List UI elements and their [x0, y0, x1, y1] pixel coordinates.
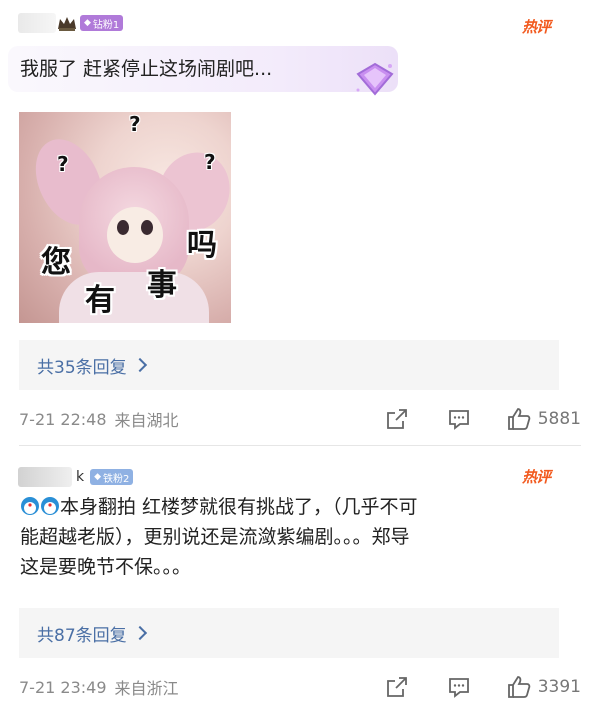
diamond-small-icon: ◆ [84, 18, 91, 28]
meme-word: 吗 [187, 228, 217, 263]
comment-actions: 3391 [384, 674, 581, 700]
replies-count-label: 共87条回复 [37, 625, 127, 646]
meme-body [59, 272, 209, 323]
diamond-gem-icon [356, 62, 394, 96]
username-blurred[interactable] [18, 467, 72, 487]
username-suffix[interactable]: k [76, 469, 84, 485]
comment-icon[interactable] [446, 674, 472, 700]
comment-meta: 7-21 23:49 来自浙江 3391 [19, 674, 581, 700]
chevron-right-icon [132, 625, 147, 641]
diamond-small-icon: ◆ [94, 472, 102, 482]
comment-line-text: 本身翻拍 红楼梦就很有挑战了，（几乎不可 [60, 496, 418, 518]
meme-question-mark: ? [129, 112, 141, 136]
comment-location: 来自浙江 [114, 679, 179, 698]
meme-eye [141, 220, 153, 235]
meme-question-mark: ? [57, 152, 69, 176]
comment-time: 7-21 23:49 [19, 677, 107, 697]
comment-card: ◆ 钻粉1 热评 我服了 赶紧停止这场闹剧吧... ? ? ? 您 有 事 吗 … [0, 0, 600, 446]
comment-line: 本身翻拍 红楼梦就很有挑战了，（几乎不可 [20, 492, 580, 522]
view-replies-button[interactable]: 共35条回复 [19, 340, 559, 390]
comment-location: 来自湖北 [114, 411, 179, 430]
meme-word: 事 [147, 268, 177, 303]
hot-comment-tag: 热评 [521, 468, 551, 486]
comment-card: k ◆ 铁粉2 热评 本身翻拍 红楼梦就很有挑战了，（几乎不可 能超越老版），更… [0, 446, 600, 708]
comment-meta: 7-21 22:48 来自湖北 5881 [19, 406, 581, 432]
meme-question-mark: ? [204, 150, 216, 174]
comment-line: 这是要晚节不保。。。 [20, 556, 192, 578]
comment-icon[interactable] [446, 406, 472, 432]
comment-time: 7-21 22:48 [19, 409, 107, 429]
meme-eye [117, 220, 129, 235]
comment-text: 我服了 赶紧停止这场闹剧吧... [20, 58, 273, 80]
like-count: 3391 [537, 677, 581, 697]
meme-face [107, 207, 163, 263]
crown-icon [58, 17, 76, 31]
thumbs-up-icon[interactable] [506, 406, 532, 432]
user-row: k ◆ 铁粉2 [18, 466, 134, 488]
fan-badge-label: 铁粉2 [103, 473, 130, 485]
comment-actions: 5881 [384, 406, 581, 432]
hot-comment-tag: 热评 [521, 18, 551, 36]
meme-word: 您 [41, 245, 71, 280]
comment-text: 本身翻拍 红楼梦就很有挑战了，（几乎不可 能超越老版），更别说还是流潋紫编剧。。… [20, 492, 580, 582]
meme-word: 有 [85, 283, 115, 318]
user-row: ◆ 钻粉1 [18, 12, 124, 34]
doraemon-emoji-icon [41, 497, 59, 515]
like-count: 5881 [537, 409, 581, 429]
fan-badge: ◆ 钻粉1 [80, 15, 124, 31]
doraemon-emoji-icon [21, 497, 39, 515]
username-blurred[interactable] [18, 13, 56, 33]
meme-image[interactable]: ? ? ? 您 有 事 吗 [19, 112, 231, 323]
replies-count-label: 共35条回复 [37, 357, 127, 378]
view-replies-button[interactable]: 共87条回复 [19, 608, 559, 658]
fan-badge: ◆ 铁粉2 [90, 469, 134, 485]
share-icon[interactable] [384, 406, 410, 432]
chevron-right-icon [132, 357, 147, 373]
fan-badge-label: 钻粉1 [92, 19, 120, 31]
share-icon[interactable] [384, 674, 410, 700]
comment-line: 能超越老版），更别说还是流潋紫编剧。。。郑导 [20, 526, 410, 548]
thumbs-up-icon[interactable] [506, 674, 532, 700]
